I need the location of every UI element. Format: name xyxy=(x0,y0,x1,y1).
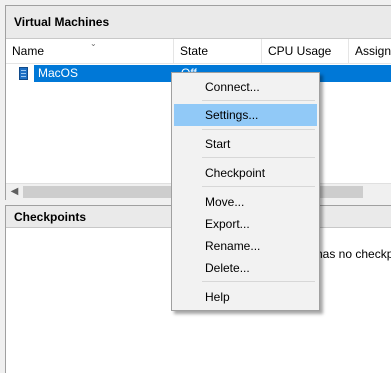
vm-context-menu: Connect... Settings... Start Checkpoint … xyxy=(171,72,320,311)
menu-item-settings[interactable]: Settings... xyxy=(174,104,317,126)
menu-item-help[interactable]: Help xyxy=(174,286,317,308)
menu-separator xyxy=(202,100,315,101)
menu-item-export[interactable]: Export... xyxy=(174,213,317,235)
column-name-label: Name xyxy=(12,44,45,58)
menu-item-delete[interactable]: Delete... xyxy=(174,257,317,279)
checkpoints-empty-message: has no checkpoi xyxy=(316,247,391,261)
vm-name-cell: MacOS xyxy=(38,66,79,80)
menu-separator xyxy=(202,129,315,130)
column-header-name[interactable]: Name ⌄ xyxy=(6,39,174,64)
virtual-machine-icon xyxy=(19,67,28,80)
column-header-assigned-memory[interactable]: Assign xyxy=(349,39,391,64)
menu-item-connect[interactable]: Connect... xyxy=(174,76,317,98)
column-header-cpu-usage[interactable]: CPU Usage xyxy=(262,39,349,64)
menu-item-start[interactable]: Start xyxy=(174,133,317,155)
virtual-machines-header: Virtual Machines xyxy=(6,6,391,39)
vm-column-headers: Name ⌄ State CPU Usage Assign xyxy=(6,39,391,64)
sort-chevron-icon: ⌄ xyxy=(90,39,97,48)
menu-separator xyxy=(202,157,315,158)
menu-separator xyxy=(202,186,315,187)
menu-item-checkpoint[interactable]: Checkpoint xyxy=(174,162,317,184)
hyper-v-manager-window: Virtual Machines Name ⌄ State CPU Usage … xyxy=(0,0,391,373)
column-header-state[interactable]: State xyxy=(174,39,262,64)
menu-item-rename[interactable]: Rename... xyxy=(174,235,317,257)
menu-item-move[interactable]: Move... xyxy=(174,191,317,213)
scroll-left-arrow-icon[interactable]: ◀ xyxy=(6,184,23,200)
menu-separator xyxy=(202,281,315,282)
